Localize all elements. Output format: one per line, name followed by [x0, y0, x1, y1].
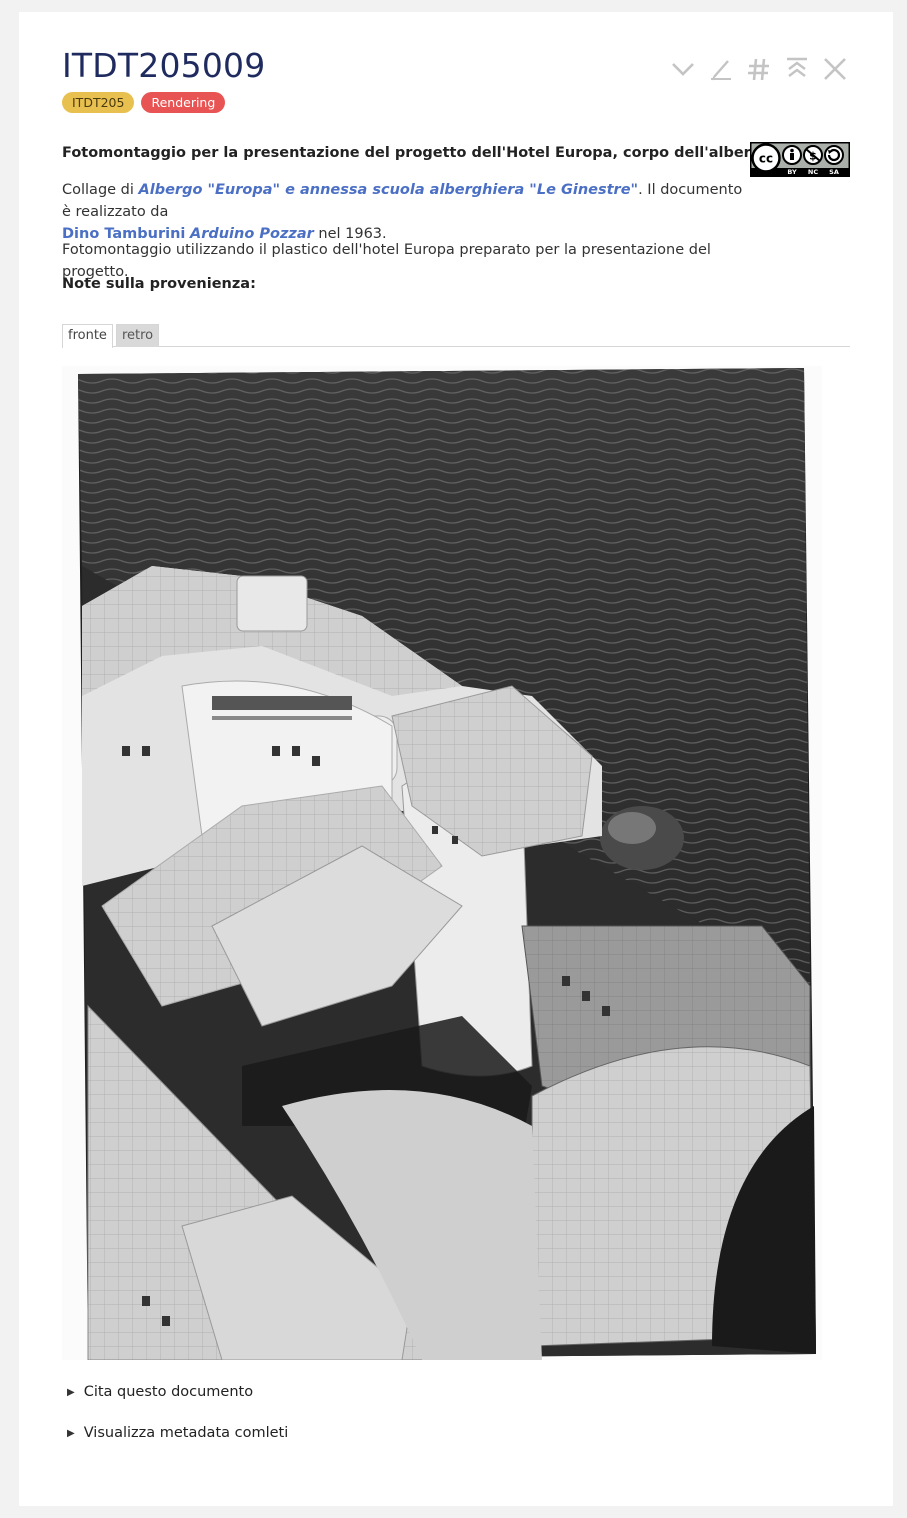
toolbar: [670, 56, 848, 82]
document-card: ITDT205009 ITDT205 Rendering Fotomontagg…: [19, 12, 893, 1506]
image-tabs: fronte retro: [62, 324, 850, 348]
cc-by-nc-sa-icon[interactable]: cc $ BY NC SA: [750, 142, 850, 177]
collection-badge[interactable]: ITDT205: [62, 92, 135, 113]
cite-expander-label: Cita questo documento: [83, 1384, 254, 1400]
collapse-up-icon[interactable]: [784, 56, 810, 82]
close-icon[interactable]: [822, 56, 848, 82]
tab-fronte[interactable]: fronte: [62, 324, 113, 348]
cc-by-label: BY: [787, 168, 797, 176]
document-heading: Fotomontaggio per la presentazione del p…: [62, 145, 772, 161]
collage-link[interactable]: Albergo "Europa" e annessa scuola alberg…: [139, 182, 639, 198]
tab-retro[interactable]: retro: [115, 324, 160, 347]
chevron-down-icon[interactable]: [670, 56, 696, 82]
disclosure-triangle-icon: ▶: [67, 1386, 75, 1398]
page-title: ITDT205009: [62, 46, 266, 85]
collage-paragraph: Collage di Albergo "Europa" e annessa sc…: [62, 179, 752, 245]
edit-icon[interactable]: [708, 56, 734, 82]
architectural-model-photo: [78, 368, 816, 1360]
provenance-label: Note sulla provenienza:: [62, 276, 256, 292]
cc-nc-label: NC: [808, 168, 818, 176]
svg-text:cc: cc: [759, 152, 773, 166]
metadata-expander[interactable]: ▶ Visualizza metadata comleti: [67, 1425, 288, 1441]
badge-group: ITDT205 Rendering: [62, 92, 226, 113]
metadata-expander-label: Visualizza metadata comleti: [83, 1425, 289, 1441]
cc-sa-label: SA: [829, 168, 839, 176]
type-badge[interactable]: Rendering: [141, 92, 226, 113]
collage-prefix: Collage di: [62, 182, 139, 198]
cite-expander[interactable]: ▶ Cita questo documento: [67, 1384, 253, 1400]
hash-icon[interactable]: [746, 56, 772, 82]
document-photo[interactable]: [62, 366, 822, 1360]
disclosure-triangle-icon: ▶: [67, 1427, 75, 1439]
